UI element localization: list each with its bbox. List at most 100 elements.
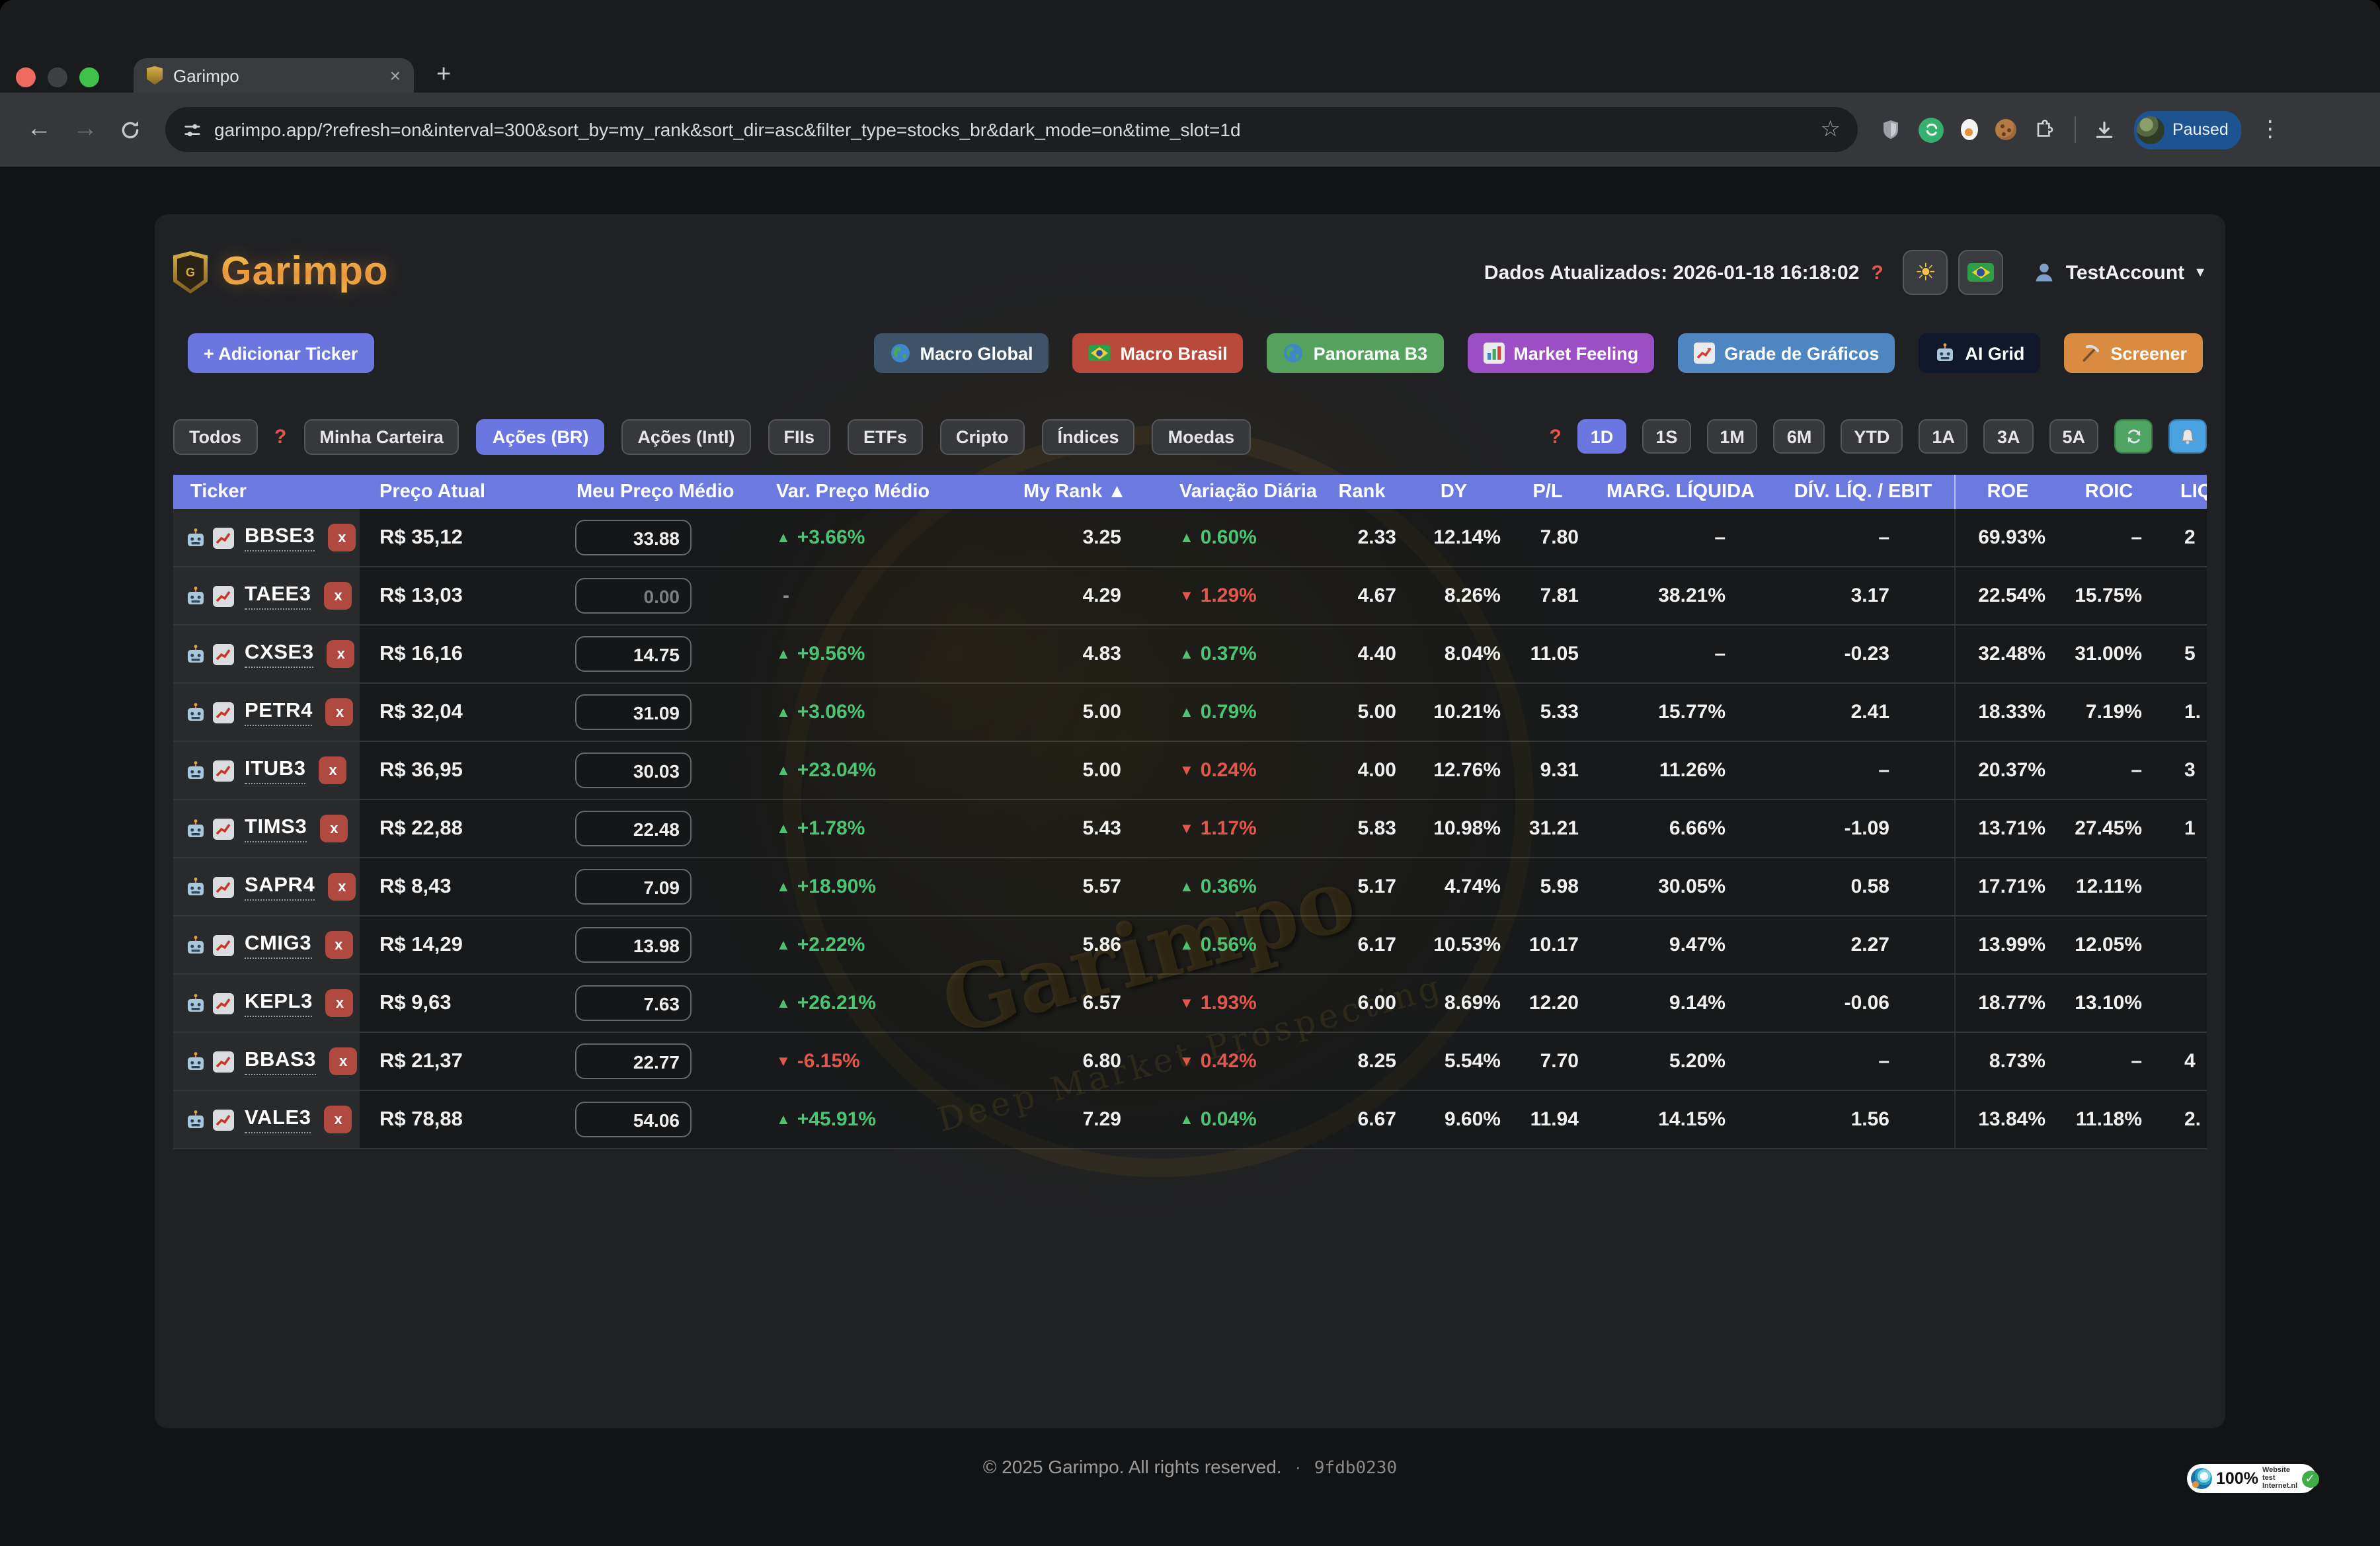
button-macro-global[interactable]: Macro Global (874, 333, 1049, 373)
avg-price-input[interactable] (575, 636, 692, 672)
close-window-button[interactable] (16, 67, 36, 87)
col-dy[interactable]: DY (1402, 475, 1506, 509)
button-screener[interactable]: Screener (2064, 333, 2203, 373)
ai-robot-icon[interactable] (185, 702, 206, 723)
ticker-link[interactable]: VALE3 (245, 1106, 311, 1133)
ai-robot-icon[interactable] (185, 643, 206, 665)
cookie-extension-icon[interactable] (1995, 119, 2016, 140)
account-menu[interactable]: TestAccount ▼ (2033, 261, 2207, 284)
bookmark-star-icon[interactable]: ☆ (1821, 116, 1841, 143)
avg-price-input[interactable] (575, 578, 692, 614)
zoom-window-button[interactable] (79, 67, 99, 87)
profile-paused-button[interactable]: Paused (2134, 110, 2242, 149)
back-icon[interactable]: ← (26, 115, 52, 144)
chart-icon[interactable] (213, 760, 234, 781)
new-tab-button[interactable]: + (436, 61, 451, 90)
url-text[interactable]: garimpo.app/?refresh=on&interval=300&sor… (214, 119, 1821, 140)
col-roic[interactable]: ROIC (2060, 475, 2158, 509)
tab-close-icon[interactable]: × (390, 66, 401, 85)
auto-refresh-button[interactable] (2114, 419, 2153, 454)
col-liq[interactable]: LIQ. (2158, 475, 2207, 509)
minimize-window-button[interactable] (48, 67, 67, 87)
chart-icon[interactable] (213, 993, 234, 1014)
ticker-link[interactable]: BBAS3 (245, 1048, 316, 1075)
timeslot-ytd[interactable]: YTD (1841, 419, 1903, 454)
avg-price-input[interactable] (575, 520, 692, 555)
remove-ticker-button[interactable]: x (325, 1106, 352, 1133)
chart-icon[interactable] (213, 702, 234, 723)
button-macro-brasil[interactable]: Macro Brasil (1073, 333, 1244, 373)
filter-tab-fiis[interactable]: FIIs (768, 419, 830, 454)
chart-icon[interactable] (213, 643, 234, 665)
browser-tab[interactable]: Garimpo × (134, 58, 414, 93)
browser-menu-icon[interactable]: ⋮ (2259, 116, 2281, 143)
filter-tab-acoes-intl[interactable]: Ações (Intl) (621, 419, 750, 454)
chart-icon[interactable] (213, 1051, 234, 1072)
avg-price-input[interactable] (575, 927, 692, 963)
add-ticker-button[interactable]: + Adicionar Ticker (188, 333, 374, 373)
chart-icon[interactable] (213, 818, 234, 839)
extensions-puzzle-icon[interactable] (2034, 119, 2055, 140)
timeslot-6m[interactable]: 6M (1774, 419, 1825, 454)
ai-robot-icon[interactable] (185, 818, 206, 839)
egg-extension-icon[interactable] (1961, 119, 1978, 140)
ai-robot-icon[interactable] (185, 527, 206, 548)
ticker-link[interactable]: TIMS3 (245, 815, 307, 842)
col-ticker[interactable]: Ticker (173, 475, 360, 509)
chart-icon[interactable] (213, 934, 234, 956)
remove-ticker-button[interactable]: x (327, 640, 355, 668)
timeslot-1s[interactable]: 1S (1642, 419, 1690, 454)
remove-ticker-button[interactable]: x (325, 931, 352, 959)
chart-icon[interactable] (213, 527, 234, 548)
timeslot-1m[interactable]: 1M (1706, 419, 1758, 454)
col-pl[interactable]: P/L (1506, 475, 1589, 509)
alerts-button[interactable] (2168, 419, 2207, 454)
button-panorama-b3[interactable]: Panorama B3 (1267, 333, 1444, 373)
remove-ticker-button[interactable]: x (319, 756, 347, 784)
ai-robot-icon[interactable] (185, 1051, 206, 1072)
downloads-icon[interactable] (2093, 118, 2116, 141)
col-div-liq-ebit[interactable]: DÍV. LÍQ. / EBIT (1772, 475, 1954, 509)
avg-price-input[interactable] (575, 1102, 692, 1137)
avg-price-input[interactable] (575, 869, 692, 905)
col-variacao-diaria[interactable]: Variação Diária (1127, 475, 1322, 509)
ticker-link[interactable]: BBSE3 (245, 524, 315, 551)
ticker-link[interactable]: CXSE3 (245, 641, 314, 667)
remove-ticker-button[interactable]: x (329, 1047, 357, 1075)
col-preco-atual[interactable]: Preço Atual (360, 475, 533, 509)
ai-robot-icon[interactable] (185, 1109, 206, 1130)
button-market-feeling[interactable]: Market Feeling (1467, 333, 1654, 373)
website-test-badge[interactable]: 100% Website test Internet.nl ✓ (2187, 1464, 2317, 1493)
remove-ticker-button[interactable]: x (325, 582, 352, 610)
ticker-link[interactable]: KEPL3 (245, 990, 313, 1016)
ai-robot-icon[interactable] (185, 934, 206, 956)
avg-price-input[interactable] (575, 811, 692, 846)
language-flag-button[interactable] (1959, 250, 2004, 295)
reload-icon[interactable] (119, 118, 141, 141)
remove-ticker-button[interactable]: x (326, 989, 354, 1017)
timeslot-3a[interactable]: 3A (1984, 419, 2034, 454)
forward-icon[interactable]: → (73, 115, 98, 144)
button-ai-grid[interactable]: AI Grid (1919, 333, 2040, 373)
timeslot-5a[interactable]: 5A (2049, 419, 2098, 454)
filter-tab-etfs[interactable]: ETFs (848, 419, 923, 454)
remove-ticker-button[interactable]: x (328, 524, 356, 551)
theme-toggle-button[interactable]: ☀ (1903, 250, 1948, 295)
timeslot-1a[interactable]: 1A (1919, 419, 1968, 454)
avg-price-input[interactable] (575, 1043, 692, 1079)
chart-icon[interactable] (213, 1109, 234, 1130)
filter-help-icon[interactable]: ? (274, 425, 286, 448)
col-meu-preco-medio[interactable]: Meu Preço Médio (533, 475, 692, 509)
ai-robot-icon[interactable] (185, 993, 206, 1014)
timeslot-1d[interactable]: 1D (1577, 419, 1627, 454)
ticker-link[interactable]: CMIG3 (245, 932, 311, 958)
col-marg-liquida[interactable]: MARG. LÍQUIDA (1589, 475, 1772, 509)
remove-ticker-button[interactable]: x (328, 873, 356, 901)
filter-tab-todos[interactable]: Todos (173, 419, 257, 454)
col-roe[interactable]: ROE (1954, 475, 2060, 509)
ticker-link[interactable]: SAPR4 (245, 874, 315, 900)
filter-tab-moedas[interactable]: Moedas (1152, 419, 1251, 454)
ai-robot-icon[interactable] (185, 876, 206, 897)
chart-icon[interactable] (213, 585, 234, 606)
filter-tab-minha-carteira[interactable]: Minha Carteira (303, 419, 459, 454)
